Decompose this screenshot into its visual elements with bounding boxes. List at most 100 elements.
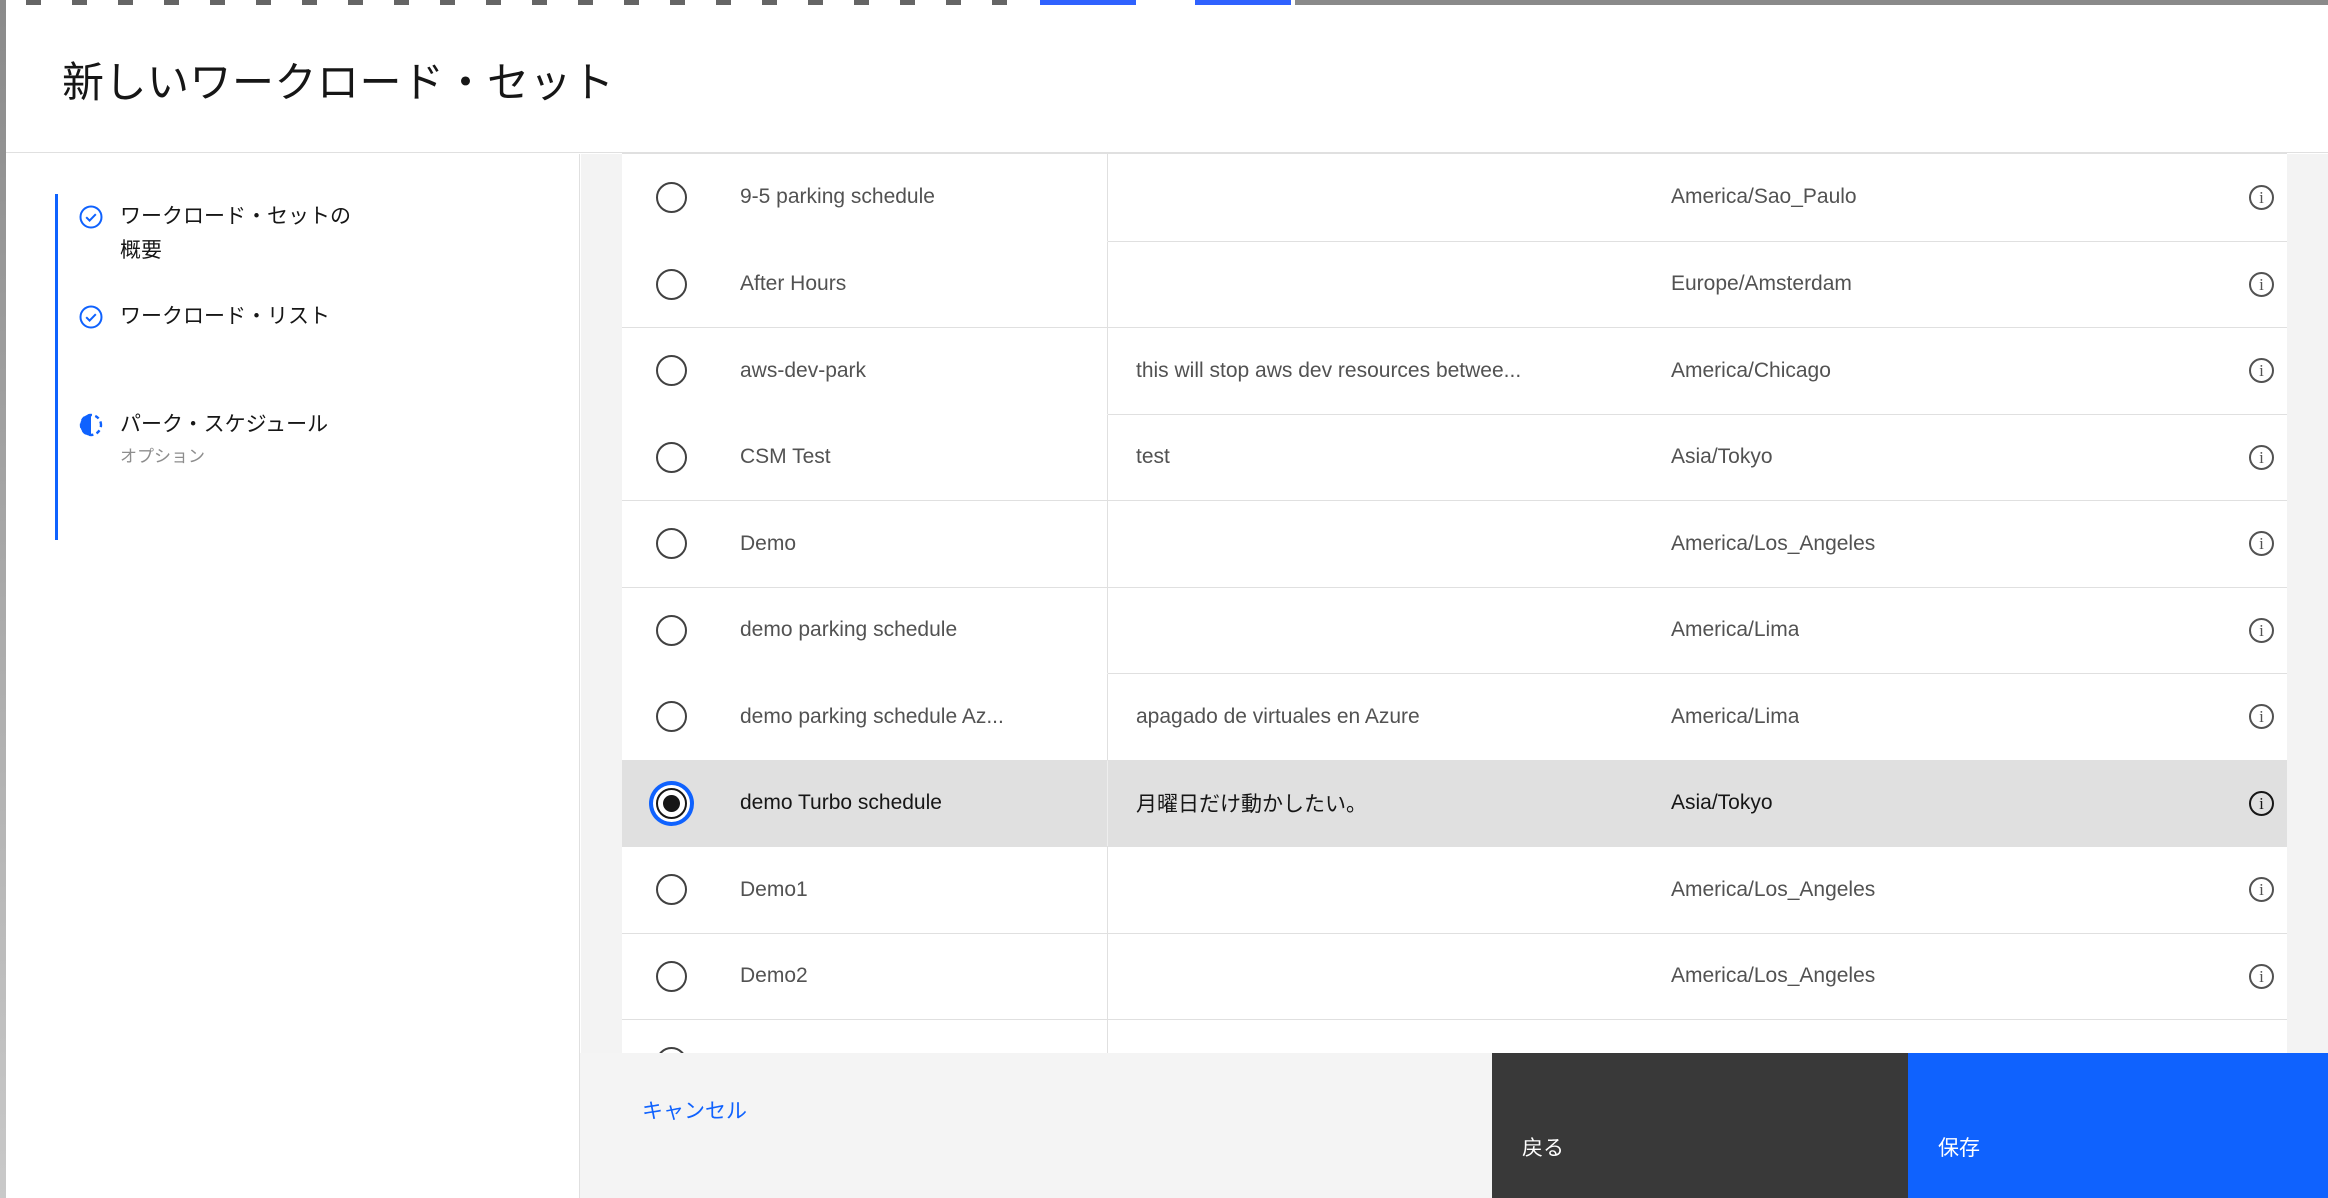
table-row[interactable]: CSM Test test Asia/Tokyo i [622, 413, 2287, 501]
schedule-timezone: Europe/Amsterdam [1671, 272, 1852, 296]
schedule-description-cell [1108, 932, 1650, 1020]
schedule-description-cell [1108, 586, 1650, 674]
schedule-description-cell: apagado de virtuales en Azure [1108, 673, 1650, 760]
schedule-info-cell: i [2209, 327, 2287, 414]
table-row[interactable]: Demo2 America/Los_Angeles i [622, 932, 2287, 1020]
info-icon[interactable]: i [2249, 704, 2274, 730]
schedule-info-cell: i [2209, 154, 2287, 241]
schedule-name: After Hours [740, 272, 847, 296]
schedule-timezone-cell: Asia/Tokyo [1650, 413, 2209, 501]
schedule-timezone: Asia/Tokyo [1671, 445, 1773, 469]
schedule-description-cell [1108, 154, 1650, 241]
schedule-name-cell: Demo2 [622, 932, 1108, 1019]
schedule-name: demo parking schedule [740, 618, 958, 642]
table-row[interactable] [622, 1019, 2287, 1053]
table-row[interactable]: 9-5 parking schedule America/Sao_Paulo i [622, 154, 2287, 241]
schedule-description-cell [1108, 846, 1650, 933]
background-link-fragment [1040, 0, 1136, 5]
checkmark-circle-icon [79, 305, 103, 329]
step-workload-set-overview[interactable]: ワークロード・セットの 概要 [79, 200, 351, 268]
wizard-sidebar: ワークロード・セットの 概要 ワークロード・リスト パーク・スケジュール オプシ… [6, 154, 580, 1198]
schedule-description: apagado de virtuales en Azure [1136, 704, 1420, 728]
schedule-timezone-cell: America/Chicago [1650, 327, 2209, 414]
radio-button[interactable] [656, 787, 687, 819]
schedule-description-cell: test [1108, 413, 1650, 501]
schedule-description: this will stop aws dev resources betwee.… [1136, 358, 1522, 382]
schedule-description-cell: 月曜日だけ動かしたい。 [1108, 759, 1650, 846]
radio-button[interactable] [656, 268, 687, 300]
background-panel-edge [1295, 0, 2328, 5]
step-label: ワークロード・リスト [120, 305, 330, 328]
radio-button[interactable] [656, 960, 687, 992]
radio-button[interactable] [656, 701, 687, 733]
schedule-description: 月曜日だけ動かしたい。 [1136, 793, 1367, 817]
background-text-fragments [26, 0, 1036, 5]
schedule-timezone-cell [1650, 1019, 2209, 1053]
schedule-name-cell: Demo [622, 500, 1108, 587]
schedule-name-cell: Demo1 [622, 846, 1108, 933]
back-button[interactable]: 戻る [1492, 1053, 1908, 1198]
table-row[interactable]: demo parking schedule Az... apagado de v… [622, 673, 2287, 760]
schedule-name: Demo1 [740, 877, 808, 901]
schedule-name-cell: demo parking schedule [622, 586, 1108, 673]
info-icon[interactable]: i [2249, 271, 2274, 297]
table-row[interactable]: aws-dev-park this will stop aws dev reso… [622, 327, 2287, 414]
info-icon[interactable]: i [2249, 963, 2274, 989]
schedule-name: 9-5 parking schedule [740, 185, 935, 209]
schedule-name: CSM Test [740, 445, 831, 469]
table-row[interactable]: demo Turbo schedule 月曜日だけ動かしたい。 Asia/Tok… [622, 759, 2287, 846]
schedule-name: demo parking schedule Az... [740, 704, 1004, 728]
schedule-name-cell: 9-5 parking schedule [622, 154, 1108, 241]
schedule-info-cell: i [2209, 932, 2287, 1020]
schedule-name-cell [622, 1019, 1108, 1053]
incomplete-step-icon [79, 413, 103, 437]
schedule-timezone: America/Sao_Paulo [1671, 185, 1857, 209]
schedule-description-cell: this will stop aws dev resources betwee.… [1108, 327, 1650, 414]
step-workload-list[interactable]: ワークロード・リスト [79, 300, 330, 334]
table-row[interactable]: Demo1 America/Los_Angeles i [622, 846, 2287, 933]
radio-button[interactable] [656, 528, 687, 560]
step-label: パーク・スケジュール オプション [120, 408, 328, 470]
table-row[interactable]: Demo America/Los_Angeles i [622, 500, 2287, 587]
schedule-name-cell: aws-dev-park [622, 327, 1108, 414]
radio-button[interactable] [656, 355, 687, 387]
schedule-timezone-cell: America/Lima [1650, 586, 2209, 674]
schedule-name: Demo2 [740, 964, 808, 988]
radio-button[interactable] [656, 874, 687, 906]
info-icon[interactable]: i [2249, 184, 2274, 210]
info-icon[interactable]: i [2249, 790, 2274, 816]
radio-button[interactable] [656, 181, 687, 213]
table-row[interactable]: After Hours Europe/Amsterdam i [622, 240, 2287, 328]
radio-button[interactable] [656, 441, 687, 473]
background-link-fragment [1195, 0, 1291, 5]
new-workload-set-modal: 新しいワークロード・セット ワークロード・セットの 概要 ワークロード・リスト … [6, 7, 2328, 1198]
table-row[interactable]: demo parking schedule America/Lima i [622, 586, 2287, 674]
schedule-name-cell: demo Turbo schedule [622, 759, 1108, 846]
schedule-description-cell [1108, 1019, 1650, 1053]
schedule-timezone-cell: Europe/Amsterdam [1650, 240, 2209, 328]
info-icon[interactable]: i [2249, 358, 2274, 384]
schedule-name: aws-dev-park [740, 358, 867, 382]
schedule-info-cell [2209, 1019, 2287, 1053]
radio-button[interactable] [656, 614, 687, 646]
schedule-name: Demo [740, 531, 797, 555]
step-park-schedule-options[interactable]: パーク・スケジュール オプション [79, 408, 328, 470]
schedule-timezone: America/Lima [1671, 704, 1800, 728]
schedule-timezone: America/Los_Angeles [1671, 877, 1876, 901]
step-optional-label: オプション [120, 447, 205, 466]
schedule-info-cell: i [2209, 846, 2287, 933]
schedule-info-cell: i [2209, 673, 2287, 760]
schedule-timezone-cell: America/Lima [1650, 673, 2209, 760]
schedule-name-cell: demo parking schedule Az... [622, 673, 1108, 760]
info-icon[interactable]: i [2249, 617, 2274, 643]
schedule-timezone-cell: America/Los_Angeles [1650, 932, 2209, 1020]
info-icon[interactable]: i [2249, 444, 2274, 470]
schedule-name: demo Turbo schedule [740, 791, 942, 815]
save-button[interactable]: 保存 [1908, 1053, 2328, 1198]
schedule-timezone-cell: Asia/Tokyo [1650, 759, 2209, 846]
park-schedule-table: 9-5 parking schedule America/Sao_Paulo i… [622, 153, 2287, 1053]
info-icon[interactable]: i [2249, 877, 2274, 903]
schedule-description-cell [1108, 240, 1650, 328]
info-icon[interactable]: i [2249, 531, 2274, 557]
cancel-button[interactable]: キャンセル [642, 1095, 747, 1125]
